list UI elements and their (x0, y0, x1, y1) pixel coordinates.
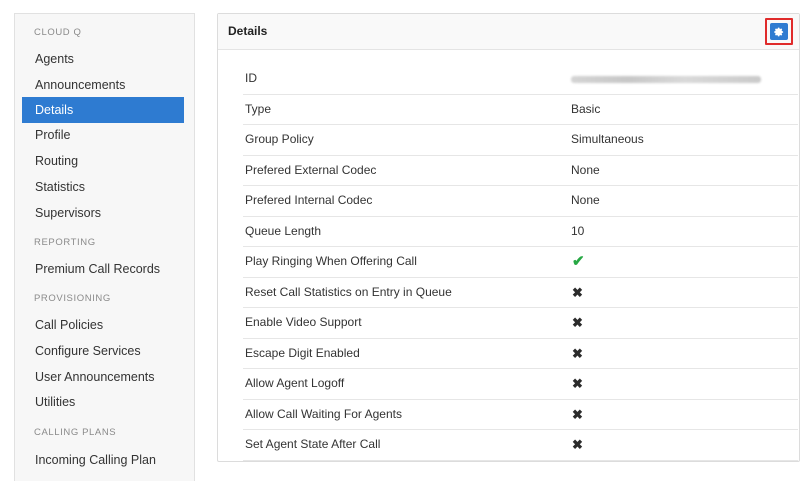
row-value: ✖ (571, 430, 583, 461)
settings-button[interactable] (770, 23, 788, 40)
sidebar: CLOUD Q Agents Announcements Details Pro… (14, 13, 195, 481)
sidebar-item-agents[interactable]: Agents (22, 46, 184, 72)
table-row: ID (243, 64, 798, 95)
row-label: Allow Call Waiting For Agents (245, 406, 402, 421)
row-value: Basic (571, 101, 601, 116)
row-value: 10 (571, 223, 585, 238)
row-label: Queue Length (245, 223, 322, 238)
row-label: Escape Digit Enabled (245, 345, 360, 360)
settings-button-highlight (765, 18, 793, 45)
sidebar-item-call-policies[interactable]: Call Policies (22, 312, 184, 338)
row-label: Set Agent State After Call (245, 437, 381, 451)
row-value: ✖ (571, 278, 583, 309)
row-label: Group Policy (245, 132, 314, 146)
table-row: Escape Digit Enabled ✖ (243, 339, 798, 370)
row-value: Simultaneous (571, 132, 644, 146)
sidebar-item-statistics[interactable]: Statistics (22, 174, 184, 200)
sidebar-item-premium-call-records[interactable]: Premium Call Records (22, 256, 184, 282)
table-row: Enable Video Support ✖ (243, 308, 798, 339)
cross-icon: ✖ (572, 437, 583, 452)
table-row: Group Policy Simultaneous (243, 125, 798, 156)
sidebar-section-calling-plans: CALLING PLANS (34, 427, 117, 438)
row-label: Type (245, 101, 272, 116)
sidebar-item-announcements[interactable]: Announcements (22, 72, 184, 98)
row-value: ✖ (571, 400, 583, 431)
sidebar-item-details[interactable]: Details (22, 97, 184, 123)
cross-icon: ✖ (572, 376, 583, 391)
gear-icon (774, 27, 784, 36)
table-row: Set Agent State After Call ✖ (243, 430, 798, 461)
sidebar-item-routing[interactable]: Routing (22, 148, 184, 174)
row-label: Allow Agent Logoff (245, 376, 345, 390)
row-value: None (571, 193, 600, 207)
check-icon: ✔ (572, 253, 585, 270)
table-row: Allow Call Waiting For Agents ✖ (243, 400, 798, 431)
sidebar-section-cloud-q: CLOUD Q (34, 27, 82, 38)
cross-icon: ✖ (572, 345, 583, 361)
sidebar-item-supervisors[interactable]: Supervisors (22, 200, 184, 226)
table-row: Type Basic (243, 95, 798, 125)
sidebar-item-user-announcements[interactable]: User Announcements (22, 364, 184, 390)
sidebar-section-reporting: REPORTING (34, 237, 96, 248)
table-row: Prefered External Codec None (243, 156, 798, 186)
table-row: Queue Length 10 (243, 217, 798, 247)
table-row: Prefered Internal Codec None (243, 186, 798, 217)
cross-icon: ✖ (572, 315, 583, 330)
sidebar-item-profile[interactable]: Profile (22, 122, 184, 148)
row-value: ✖ (571, 308, 583, 339)
sidebar-item-incoming-calling-plan[interactable]: Incoming Calling Plan (22, 447, 184, 473)
details-panel: Details ID Type Basic Group Policy Simul… (217, 13, 800, 462)
details-table: ID Type Basic Group Policy Simultaneous … (243, 64, 798, 461)
row-label: ID (245, 71, 257, 85)
row-label: Enable Video Support (245, 315, 362, 329)
row-value: ✖ (571, 369, 583, 400)
panel-title: Details (228, 24, 268, 38)
table-row: Allow Agent Logoff ✖ (243, 369, 798, 400)
sidebar-item-configure-services[interactable]: Configure Services (22, 338, 184, 364)
cross-icon: ✖ (572, 406, 583, 422)
table-row: Reset Call Statistics on Entry in Queue … (243, 278, 798, 309)
row-value: None (571, 162, 600, 177)
row-value: ✔ (571, 247, 585, 278)
row-label: Reset Call Statistics on Entry in Queue (245, 284, 452, 299)
panel-header: Details (218, 14, 799, 50)
sidebar-section-provisioning: PROVISIONING (34, 293, 111, 304)
row-label: Prefered External Codec (245, 162, 377, 177)
row-value: ✖ (571, 339, 583, 370)
row-label: Prefered Internal Codec (245, 193, 373, 207)
id-value-redacted (571, 64, 761, 95)
cross-icon: ✖ (572, 284, 583, 300)
row-label: Play Ringing When Offering Call (245, 254, 417, 268)
table-row: Play Ringing When Offering Call ✔ (243, 247, 798, 278)
sidebar-item-utilities[interactable]: Utilities (22, 389, 184, 415)
